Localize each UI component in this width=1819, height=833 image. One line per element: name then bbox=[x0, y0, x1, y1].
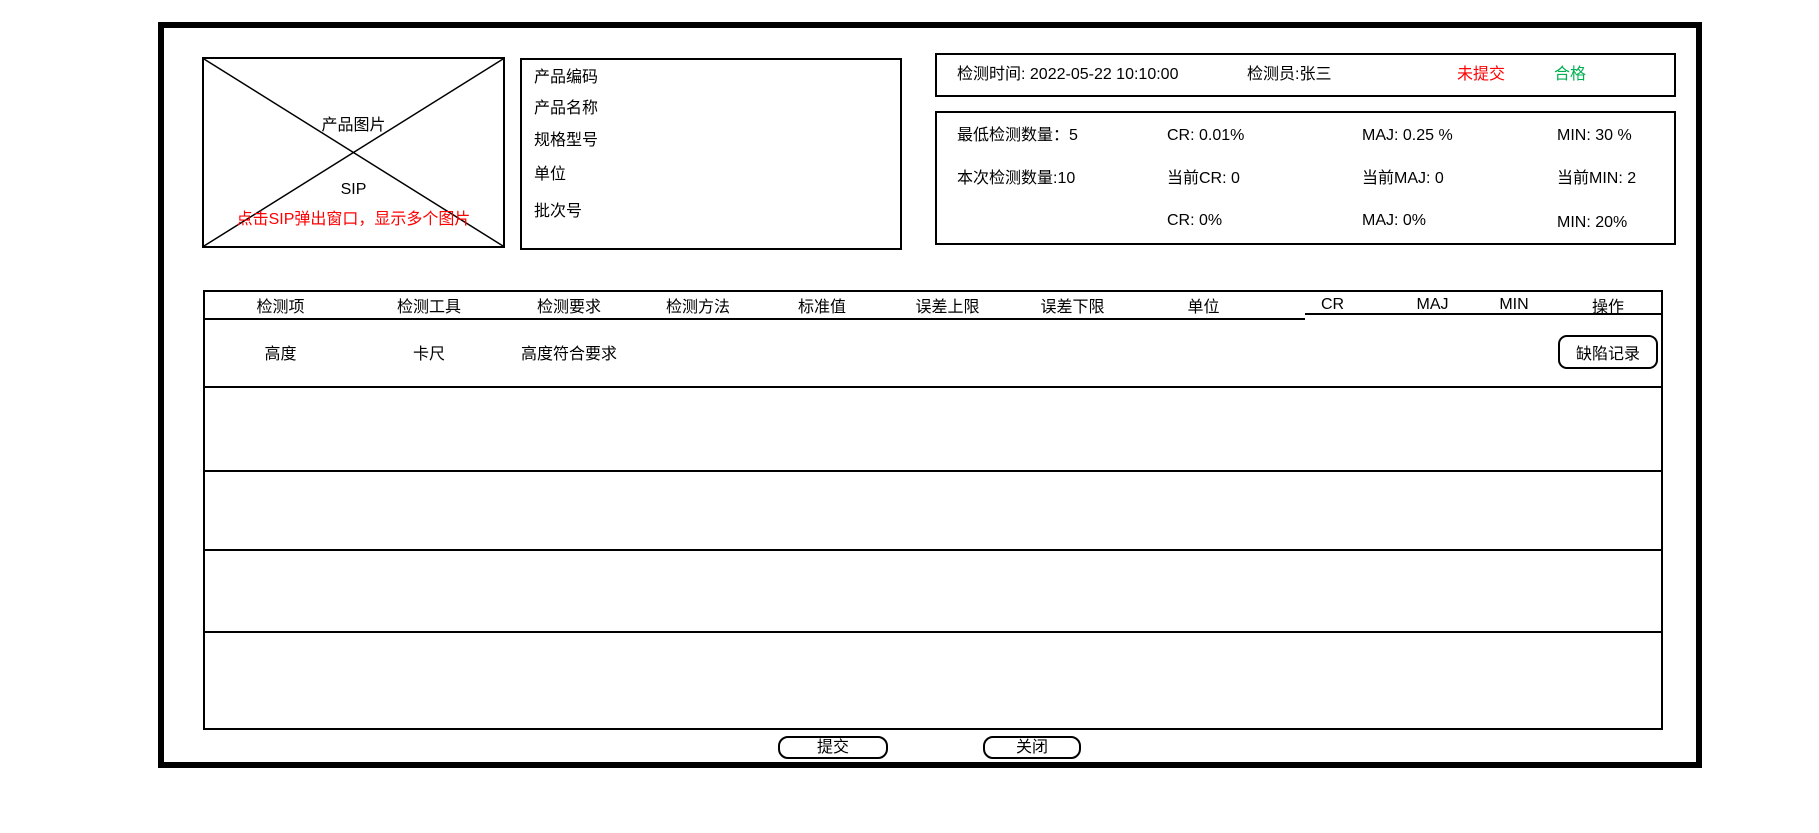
col-header-item: 检测项 bbox=[205, 292, 356, 318]
col-header-method: 检测方法 bbox=[636, 292, 760, 318]
inspection-window: 产品图片 SIP 点击SIP弹出窗口，显示多个图片 产品编码 产品名称 规格型号… bbox=[0, 0, 1819, 833]
defect-record-button[interactable]: 缺陷记录 bbox=[1558, 335, 1658, 369]
col-header-requirement: 检测要求 bbox=[502, 292, 636, 318]
stat-current-cr: 当前CR: 0 bbox=[1167, 168, 1240, 190]
stat-cr-rate: CR: 0% bbox=[1167, 210, 1222, 232]
stat-min-limit: MIN: 30 % bbox=[1557, 125, 1632, 147]
stat-min-rate: MIN: 20% bbox=[1557, 212, 1627, 234]
table-row-empty bbox=[205, 631, 1661, 720]
sip-hint-text: 点击SIP弹出窗口，显示多个图片 bbox=[204, 205, 503, 229]
sip-label[interactable]: SIP bbox=[204, 181, 503, 199]
col-header-lower-tol: 误差下限 bbox=[1011, 292, 1134, 318]
table-row-empty bbox=[205, 386, 1661, 470]
inspection-stats-panel: 最低检测数量：5 CR: 0.01% MAJ: 0.25 % MIN: 30 %… bbox=[935, 111, 1676, 245]
stat-current-qty: 本次检测数量:10 bbox=[957, 168, 1075, 190]
col-header-standard: 标准值 bbox=[760, 292, 884, 318]
submit-button[interactable]: 提交 bbox=[778, 736, 888, 759]
field-label-product-name: 产品名称 bbox=[534, 99, 598, 119]
header-underline-left bbox=[205, 318, 1305, 320]
close-button[interactable]: 关闭 bbox=[983, 736, 1081, 759]
stat-maj-limit: MAJ: 0.25 % bbox=[1362, 125, 1453, 147]
stat-min-inspect-qty: 最低检测数量：5 bbox=[957, 125, 1078, 147]
cell-requirement: 高度符合要求 bbox=[502, 318, 636, 386]
inspection-items-table: 检测项 检测工具 检测要求 检测方法 标准值 误差上限 误差下限 单位 CR M… bbox=[203, 290, 1663, 730]
col-header-unit: 单位 bbox=[1134, 292, 1273, 318]
col-header-upper-tol: 误差上限 bbox=[884, 292, 1011, 318]
inspector-name: 检测员:张三 bbox=[1247, 55, 1331, 95]
product-image-placeholder[interactable]: 产品图片 SIP 点击SIP弹出窗口，显示多个图片 bbox=[202, 57, 505, 248]
field-label-spec-model: 规格型号 bbox=[534, 131, 598, 151]
inspection-info-bar: 检测时间: 2022-05-22 10:10:00 检测员:张三 未提交 合格 bbox=[935, 53, 1676, 97]
stat-current-min: 当前MIN: 2 bbox=[1557, 168, 1636, 190]
field-label-batch-number: 批次号 bbox=[534, 202, 582, 222]
inspection-time: 检测时间: 2022-05-22 10:10:00 bbox=[957, 55, 1178, 95]
col-header-tool: 检测工具 bbox=[356, 292, 502, 318]
stat-maj-rate: MAJ: 0% bbox=[1362, 210, 1426, 232]
stat-cr-limit: CR: 0.01% bbox=[1167, 125, 1244, 147]
stat-current-maj: 当前MAJ: 0 bbox=[1362, 168, 1444, 190]
table-row-empty bbox=[205, 549, 1661, 631]
field-label-unit: 单位 bbox=[534, 165, 566, 185]
cell-item: 高度 bbox=[205, 318, 356, 386]
table-row: 高度 卡尺 高度符合要求 缺陷记录 bbox=[205, 318, 1661, 386]
field-label-product-code: 产品编码 bbox=[534, 68, 598, 88]
cell-tool: 卡尺 bbox=[356, 318, 502, 386]
result-status-badge: 合格 bbox=[1554, 55, 1586, 95]
product-info-panel: 产品编码 产品名称 规格型号 单位 批次号 bbox=[520, 58, 902, 250]
product-image-label: 产品图片 bbox=[204, 111, 503, 135]
submit-status-badge: 未提交 bbox=[1457, 55, 1505, 95]
table-row-empty bbox=[205, 470, 1661, 549]
header-underline-right bbox=[1305, 313, 1661, 315]
